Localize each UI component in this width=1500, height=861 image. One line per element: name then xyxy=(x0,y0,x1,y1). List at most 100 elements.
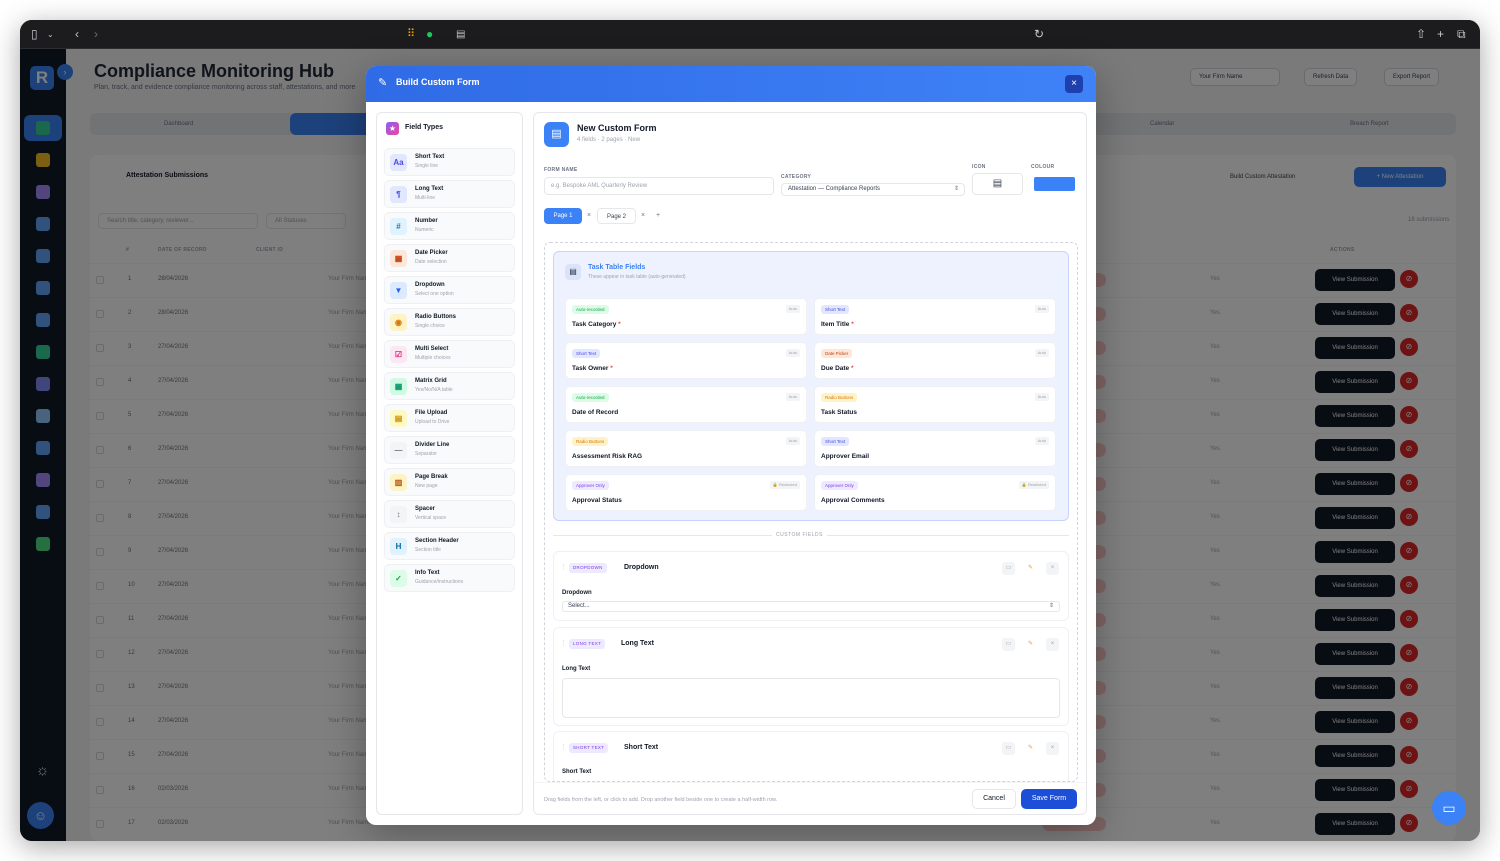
info-icon: ✓ xyxy=(390,570,407,587)
field-type-label: Spacer xyxy=(415,506,436,512)
icon-picker[interactable]: ▤ xyxy=(972,173,1023,195)
form-name-input[interactable]: e.g. Bespoke AML Quarterly Review xyxy=(544,177,774,195)
task-field-due-date[interactable]: Date Picker Auto Due Date * xyxy=(814,342,1056,379)
edit-icon[interactable]: ✎ xyxy=(1024,638,1037,651)
duplicate-icon[interactable]: ▭ xyxy=(1002,562,1015,575)
field-type-label: Radio Buttons xyxy=(415,314,456,320)
field-type-sub: Yes/No/N/A table xyxy=(415,387,453,393)
cancel-button[interactable]: Cancel xyxy=(972,789,1016,809)
page-break-icon: ▥ xyxy=(390,474,407,491)
page-settings-icon[interactable]: ▤ xyxy=(456,27,465,42)
divider-icon: — xyxy=(390,442,407,459)
field-type-label: Dropdown xyxy=(415,282,445,288)
task-field-date-of-record[interactable]: Auto-recorded Auto Date of Record xyxy=(565,386,807,423)
edit-icon[interactable]: ✎ xyxy=(1024,742,1037,755)
custom-fields-label: CUSTOM FIELDS xyxy=(772,532,827,538)
heading-icon: H xyxy=(390,538,407,555)
custom-field-long-text[interactable]: ⋮⋮ LONG TEXT Long Text ▭ ✎ × Long Text xyxy=(553,627,1069,726)
field-type-short-text[interactable]: Aa Short Text Single line xyxy=(384,148,515,176)
close-button[interactable]: × xyxy=(1065,75,1083,93)
field-name: Date of Record xyxy=(572,409,618,416)
add-page-icon[interactable]: + xyxy=(656,212,660,219)
calendar-icon: ▦ xyxy=(390,250,407,267)
share-icon[interactable]: ⇧ xyxy=(1416,27,1426,42)
extension-icon[interactable]: ● xyxy=(426,27,433,42)
field-type-label: Section Header xyxy=(415,538,459,544)
tab-page-2[interactable]: Page 2 xyxy=(597,208,636,224)
field-name-text: Date of Record xyxy=(572,409,619,416)
field-type-sub: Vertical space xyxy=(415,515,447,521)
field-type-spacer[interactable]: ↕ Spacer Vertical space xyxy=(384,500,515,528)
delete-icon[interactable]: × xyxy=(1046,562,1059,575)
category-label: CATEGORY xyxy=(781,174,812,180)
field-type-sub: Guidance/instructions xyxy=(415,579,464,585)
reload-icon[interactable]: ↻ xyxy=(1034,27,1044,42)
task-field-approval-comments[interactable]: Approver Only 🔒 Restricted Approval Commen… xyxy=(814,474,1056,511)
task-field-task-owner[interactable]: Short Text Auto Task Owner * xyxy=(565,342,807,379)
task-field-assessment-risk-rag[interactable]: Radio Buttons Auto Assessment Risk RAG xyxy=(565,430,807,467)
field-type-label: Matrix Grid xyxy=(415,378,447,384)
field-types-panel: ★ Field Types Aa Short Text Single line ¶ Lo… xyxy=(376,112,523,815)
dropdown-select[interactable]: Select... ⇕ xyxy=(562,601,1060,612)
task-field-approval-status[interactable]: Approver Only 🔒 Restricted Approval Status xyxy=(565,474,807,511)
apps-grid-icon[interactable]: ⠿ xyxy=(407,27,415,42)
field-type-badge: LONG TEXT xyxy=(569,639,606,649)
category-select[interactable]: Attestation — Compliance Reports ⇕ xyxy=(781,183,965,196)
field-type-multi-select[interactable]: ☑ Multi Select Multiple choices xyxy=(384,340,515,368)
sidebar-icon[interactable]: ▯ xyxy=(31,27,38,42)
field-type-sub: Single choice xyxy=(415,323,445,329)
task-table-title: Task Table Fields xyxy=(588,264,646,271)
duplicate-icon[interactable]: ▭ xyxy=(1002,742,1015,755)
auto-tag: Auto xyxy=(1034,437,1049,445)
field-type-radio-buttons[interactable]: ◉ Radio Buttons Single choice xyxy=(384,308,515,336)
task-field-task-status[interactable]: Radio Buttons Auto Task Status xyxy=(814,386,1056,423)
field-type-matrix-grid[interactable]: ▦ Matrix Grid Yes/No/N/A table xyxy=(384,372,515,400)
remove-page-1-icon[interactable]: × xyxy=(587,212,591,219)
long-text-textarea[interactable] xyxy=(562,678,1060,718)
back-icon[interactable]: ‹ xyxy=(75,27,79,42)
field-type-dropdown[interactable]: ▼ Dropdown Select one option xyxy=(384,276,515,304)
chevron-updown-icon: ⇕ xyxy=(1048,603,1054,609)
colour-swatch[interactable] xyxy=(1034,177,1075,191)
field-type-info-text[interactable]: ✓ Info Text Guidance/instructions xyxy=(384,564,515,592)
form-canvas[interactable]: ▤ Task Table Fields These appear in task… xyxy=(544,242,1078,782)
field-name: Task Status xyxy=(821,409,857,416)
field-type-sub: Separator xyxy=(415,451,437,457)
task-field-approver-email[interactable]: Short Text Auto Approver Email xyxy=(814,430,1056,467)
custom-field-dropdown[interactable]: ⋮⋮ DROPDOWN Dropdown ▭ ✎ × Dropdown Sele… xyxy=(553,551,1069,621)
chat-icon[interactable]: ▭ xyxy=(1432,791,1466,825)
delete-icon[interactable]: × xyxy=(1046,638,1059,651)
save-form-button[interactable]: Save Form xyxy=(1021,789,1077,809)
field-type-file-upload[interactable]: ▤ File Upload Upload to Drive xyxy=(384,404,515,432)
delete-icon[interactable]: × xyxy=(1046,742,1059,755)
field-label: Long Text xyxy=(562,666,591,672)
required-marker: * xyxy=(618,321,621,328)
remove-page-2-icon[interactable]: × xyxy=(641,212,645,219)
tab-page-1[interactable]: Page 1 xyxy=(544,208,582,224)
modal-title: Build Custom Form xyxy=(396,77,480,87)
browser-window: ▯ ⌄ ‹ › ⠿ ● ▤ ↻ ⇧ + ⧉ R › ☼ ☺ Compliance… xyxy=(20,20,1480,841)
field-name-text: Task Category xyxy=(572,321,617,328)
task-field-item-title[interactable]: Short Text Auto Item Title * xyxy=(814,298,1056,335)
custom-field-short-text[interactable]: ⋮⋮ SHORT TEXT Short Text ▭ ✎ × Short Tex… xyxy=(553,731,1069,781)
field-type-date-picker[interactable]: ▦ Date Picker Date selection xyxy=(384,244,515,272)
field-type-long-text[interactable]: ¶ Long Text Multi-line xyxy=(384,180,515,208)
field-type-section-header[interactable]: H Section Header Section title xyxy=(384,532,515,560)
select-placeholder: Select... xyxy=(568,603,590,609)
forward-icon[interactable]: › xyxy=(94,27,98,42)
field-type-divider-line[interactable]: — Divider Line Separator xyxy=(384,436,515,464)
tabs-overview-icon[interactable]: ⧉ xyxy=(1457,27,1466,42)
new-tab-icon[interactable]: + xyxy=(1437,27,1444,42)
task-field-task-category[interactable]: Auto-recorded Auto Task Category * xyxy=(565,298,807,335)
field-type-badge: Short Text xyxy=(821,305,850,314)
field-name: Due Date * xyxy=(821,365,854,372)
edit-icon[interactable]: ✎ xyxy=(1024,562,1037,575)
field-type-page-break[interactable]: ▥ Page Break New page xyxy=(384,468,515,496)
field-type-label: Divider Line xyxy=(415,442,450,448)
field-type-sub: Section title xyxy=(415,547,441,553)
duplicate-icon[interactable]: ▭ xyxy=(1002,638,1015,651)
field-name: Short Text xyxy=(624,744,659,751)
field-type-number[interactable]: # Number Numeric xyxy=(384,212,515,240)
field-name-text: Approver Email xyxy=(821,453,870,460)
chevron-down-icon[interactable]: ⌄ xyxy=(47,27,54,42)
